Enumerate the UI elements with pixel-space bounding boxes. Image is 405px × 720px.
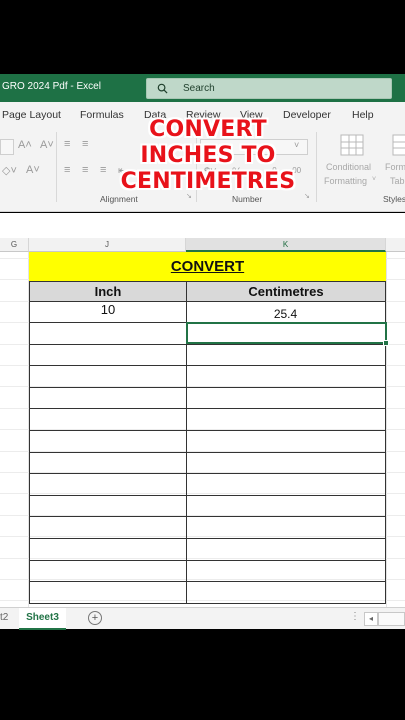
table-cell[interactable] (29, 431, 187, 453)
table-cell[interactable] (186, 409, 386, 431)
table-cell[interactable] (186, 561, 386, 582)
column-header-k[interactable]: K (186, 238, 386, 252)
table-cell[interactable] (29, 388, 187, 409)
table-cell[interactable] (29, 409, 187, 431)
table-cell[interactable] (29, 345, 187, 366)
search-placeholder: Search (183, 83, 215, 94)
fill-color-icon[interactable]: ◇˅ (2, 164, 17, 177)
align-center-icon[interactable]: ≡ (82, 164, 88, 176)
table-title[interactable]: CONVERT (29, 252, 386, 281)
table-cell[interactable] (186, 474, 386, 496)
conditional-formatting-label-1[interactable]: Conditional (326, 162, 371, 172)
font-size-combo[interactable] (0, 139, 14, 155)
caption-line-1: CONVERT (149, 117, 267, 142)
window-title: GRO 2024 Pdf - Excel (2, 81, 101, 92)
sheet-tab-bar: t2 Sheet3 + ⋮ ◂ (0, 607, 405, 630)
column-header-j[interactable]: J (29, 238, 186, 252)
sheet-tab-active[interactable]: Sheet3 (19, 608, 66, 630)
video-frame: GRO 2024 Pdf - Excel Search Page Layout … (0, 0, 405, 720)
ribbon-separator (56, 132, 57, 202)
align-middle-icon[interactable]: ≡ (82, 138, 88, 150)
active-cell-selection[interactable] (186, 322, 389, 346)
table-cell[interactable] (186, 388, 386, 409)
caption-line-2: INCHES TO (140, 143, 276, 168)
table-cell[interactable] (29, 517, 187, 539)
group-label-alignment: Alignment (100, 194, 138, 204)
align-left-icon[interactable]: ≡ (64, 164, 70, 176)
decrease-font-icon[interactable]: A˅ (40, 139, 54, 151)
cell-inch-value[interactable]: 10 (29, 302, 187, 323)
table-cell[interactable] (29, 496, 187, 517)
video-caption: CONVERT INCHES TO CENTIMETRES (90, 117, 326, 195)
table-cell[interactable] (29, 539, 187, 561)
font-color-icon[interactable]: A˅ (26, 164, 40, 176)
sheet-tab-previous[interactable]: t2 (0, 612, 8, 623)
table-cell[interactable] (186, 453, 386, 474)
format-as-table-icon[interactable] (392, 134, 405, 156)
column-header-g[interactable]: G (0, 238, 29, 252)
table-cell[interactable] (186, 517, 386, 539)
column-header-next[interactable] (386, 238, 405, 252)
cell-centimetres-value[interactable]: 25.4 (186, 302, 386, 323)
conditional-formatting-label-2[interactable]: Formatting (324, 176, 367, 186)
table-cell[interactable] (186, 496, 386, 517)
table-cell[interactable] (29, 582, 187, 604)
table-cell[interactable] (186, 345, 386, 366)
table-cell[interactable] (186, 582, 386, 604)
conditional-formatting-icon[interactable] (340, 134, 364, 156)
table-cell[interactable] (29, 366, 187, 388)
more-options-icon[interactable]: ⋮ (350, 611, 360, 622)
group-label-number: Number (232, 194, 263, 204)
fill-handle[interactable] (383, 340, 389, 346)
align-top-icon[interactable]: ≡ (64, 138, 70, 150)
table-cell[interactable] (186, 431, 386, 453)
table-cell[interactable] (186, 539, 386, 561)
tab-page-layout[interactable]: Page Layout (2, 109, 61, 121)
horizontal-scrollbar[interactable] (378, 612, 405, 626)
search-box[interactable]: Search (146, 78, 392, 99)
format-as-table-label-2[interactable]: Tab (390, 176, 405, 186)
format-as-table-label-1[interactable]: Form (385, 162, 405, 172)
increase-font-icon[interactable]: A˄ (18, 139, 32, 151)
caption-line-3: CENTIMETRES (120, 169, 296, 194)
gridline (386, 252, 387, 608)
scroll-left-button[interactable]: ◂ (364, 612, 378, 626)
add-sheet-button[interactable]: + (88, 611, 102, 625)
header-inch[interactable]: Inch (29, 281, 187, 302)
title-bar: GRO 2024 Pdf - Excel Search (0, 74, 405, 102)
table-cell[interactable] (29, 561, 187, 582)
header-centimetres[interactable]: Centimetres (186, 281, 386, 302)
search-icon (157, 83, 168, 94)
tab-help[interactable]: Help (352, 109, 374, 121)
table-cell[interactable] (29, 474, 187, 496)
chevron-down-icon: ˅ (372, 176, 377, 183)
table-cell[interactable] (186, 366, 386, 388)
table-cell[interactable] (29, 453, 187, 474)
table-cell[interactable] (29, 323, 187, 345)
group-label-styles: Styles (383, 194, 405, 204)
